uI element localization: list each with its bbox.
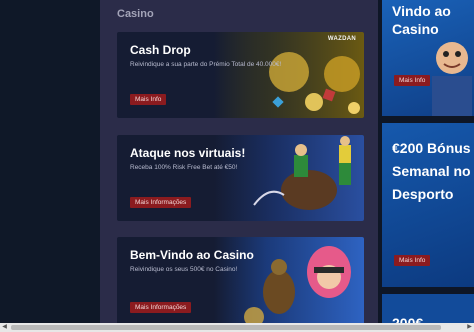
scroll-thumb[interactable] (11, 325, 441, 330)
more-information-button[interactable]: Mais Informações (130, 197, 192, 208)
promo-card-cash-drop[interactable]: WAZDAN Cash Drop Reivindique a sua parte… (117, 32, 364, 118)
card-subtitle: Receba 100% Risk Free Bet até €50! (130, 164, 238, 171)
more-info-button[interactable]: Mais Info (130, 94, 167, 105)
promo-card-virtual-attack[interactable]: Ataque nos virtuais! Receba 100% Risk Fr… (117, 135, 364, 221)
promo-title: Vindo ao Casino (392, 3, 451, 37)
card-subtitle: Reivindique a sua parte do Prémio Total … (130, 61, 282, 68)
card-subtitle: Reivindique os seus 500€ no Casino! (130, 266, 238, 273)
scroll-left-arrow-icon[interactable]: ◀ (0, 323, 9, 332)
scroll-right-arrow-icon[interactable]: ▶ (465, 323, 474, 332)
more-info-button[interactable]: Mais Info (394, 255, 431, 266)
left-gutter (0, 0, 100, 332)
character-illustration (432, 42, 472, 116)
wazdan-logo: WAZDAN (327, 36, 356, 42)
horizontal-scrollbar[interactable]: ◀ ▶ (0, 323, 474, 332)
promo-sidebar: Vindo ao Casino Mais Info €200 Bónus Sem… (382, 0, 474, 332)
promo-banner-casino[interactable]: Vindo ao Casino Mais Info (382, 0, 474, 116)
promo-card-welcome-casino[interactable]: Bem-Vindo ao Casino Reivindique os seus … (117, 237, 364, 332)
card-artwork (214, 32, 364, 118)
promo-banner-sports-bonus[interactable]: €200 Bónus Semanal no Desporto Mais Info (382, 123, 474, 287)
card-title: Ataque nos virtuais! (130, 146, 246, 160)
more-information-button[interactable]: Mais Informações (130, 302, 192, 313)
more-info-button[interactable]: Mais Info (394, 75, 431, 86)
promo-title: €200 Bónus Semanal no Desporto (392, 140, 471, 202)
section-title: Casino (117, 8, 154, 20)
casino-section: Casino WAZDAN Cash Drop Reivindique a su… (100, 0, 378, 332)
card-title: Cash Drop (130, 43, 191, 57)
card-title: Bem-Vindo ao Casino (130, 248, 254, 262)
